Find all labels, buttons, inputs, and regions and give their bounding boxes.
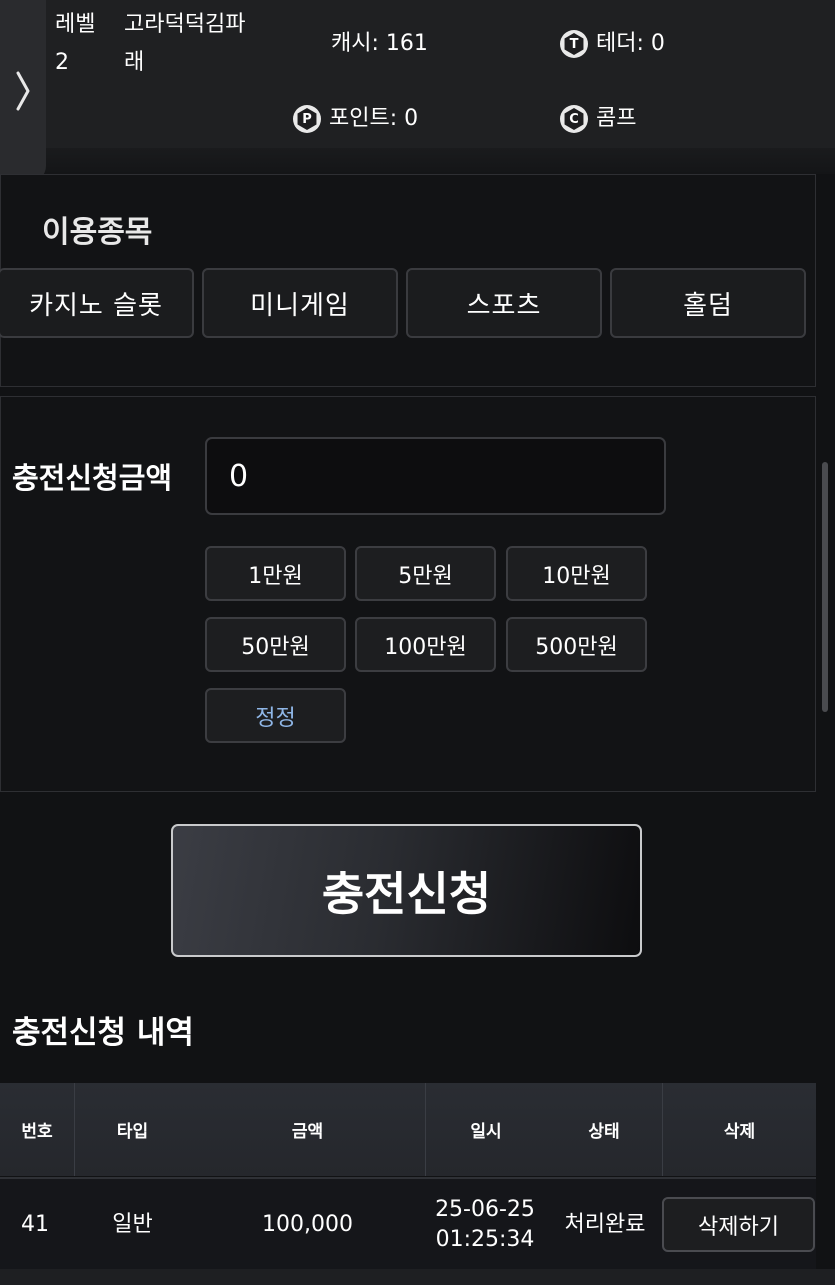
level-value: 2 — [55, 50, 69, 75]
username-line1: 고라덕덕김파 — [124, 12, 246, 37]
deposit-amount-label: 충전신청금액 — [12, 461, 173, 495]
bottom-strip — [0, 1269, 835, 1285]
quick-amount-100-button[interactable]: 100만원 — [355, 617, 496, 672]
row-time: 01:25:34 — [435, 1227, 535, 1252]
game-minigame-button[interactable]: 미니게임 — [202, 268, 398, 338]
history-table-header: 번호 타입 금액 일시 상태 삭제 — [0, 1083, 816, 1176]
quick-amount-1-button[interactable]: 1만원 — [205, 546, 346, 601]
comp-text: 콤프 — [596, 106, 637, 131]
header-divider — [0, 148, 835, 174]
deposit-submit-button[interactable]: 충전신청 — [171, 824, 642, 957]
column-header-delete: 삭제 — [723, 1122, 756, 1142]
tether-balance: T 테더: 0 — [560, 29, 665, 59]
quick-amount-50-button[interactable]: 50만원 — [205, 617, 346, 672]
games-title: 이용종목 — [42, 215, 153, 250]
row-amount: 100,000 — [262, 1212, 353, 1237]
row-type: 일반 — [112, 1212, 153, 1237]
column-header-status: 상태 — [588, 1122, 620, 1142]
username-line2: 래 — [124, 50, 145, 75]
points-balance: P 포인트: 0 — [293, 104, 418, 134]
column-header-amount: 금액 — [291, 1122, 324, 1142]
row-number: 41 — [21, 1212, 49, 1237]
history-title: 충전신청 내역 — [12, 1015, 194, 1051]
comp-link[interactable]: C 콤프 — [560, 104, 636, 134]
tether-icon: T — [560, 30, 588, 58]
level-label: 레벨 — [55, 12, 96, 37]
delete-row-button[interactable]: 삭제하기 — [662, 1197, 815, 1252]
game-holdem-button[interactable]: 홀덤 — [610, 268, 806, 338]
game-casino-slot-button[interactable]: 카지노 슬롯 — [0, 268, 194, 338]
tether-text: 테더: 0 — [596, 31, 665, 56]
page-scrollbar[interactable] — [822, 462, 828, 712]
deposit-amount-input[interactable] — [205, 437, 666, 515]
drawer-toggle-button[interactable] — [0, 0, 46, 182]
quick-amount-5-button[interactable]: 5만원 — [355, 546, 496, 601]
quick-amount-500-button[interactable]: 500만원 — [506, 617, 647, 672]
cash-balance: 캐시: 161 — [331, 31, 428, 56]
table-row: 41 일반 100,000 25-06-25 01:25:34 처리완료 삭제하… — [0, 1177, 816, 1269]
comp-icon: C — [560, 105, 588, 133]
column-header-type: 타입 — [116, 1122, 149, 1142]
row-status: 처리완료 — [564, 1212, 646, 1237]
game-sports-button[interactable]: 스포츠 — [406, 268, 602, 338]
points-text: 포인트: 0 — [329, 106, 419, 131]
reset-amount-button[interactable]: 정정 — [205, 688, 346, 743]
row-datetime: 25-06-25 01:25:34 — [420, 1179, 550, 1271]
points-icon: P — [293, 105, 321, 133]
quick-amount-10-button[interactable]: 10만원 — [506, 546, 647, 601]
column-header-number: 번호 — [21, 1122, 53, 1142]
column-header-date: 일시 — [470, 1122, 502, 1142]
row-date: 25-06-25 — [435, 1197, 535, 1222]
chevron-right-icon — [15, 71, 31, 111]
